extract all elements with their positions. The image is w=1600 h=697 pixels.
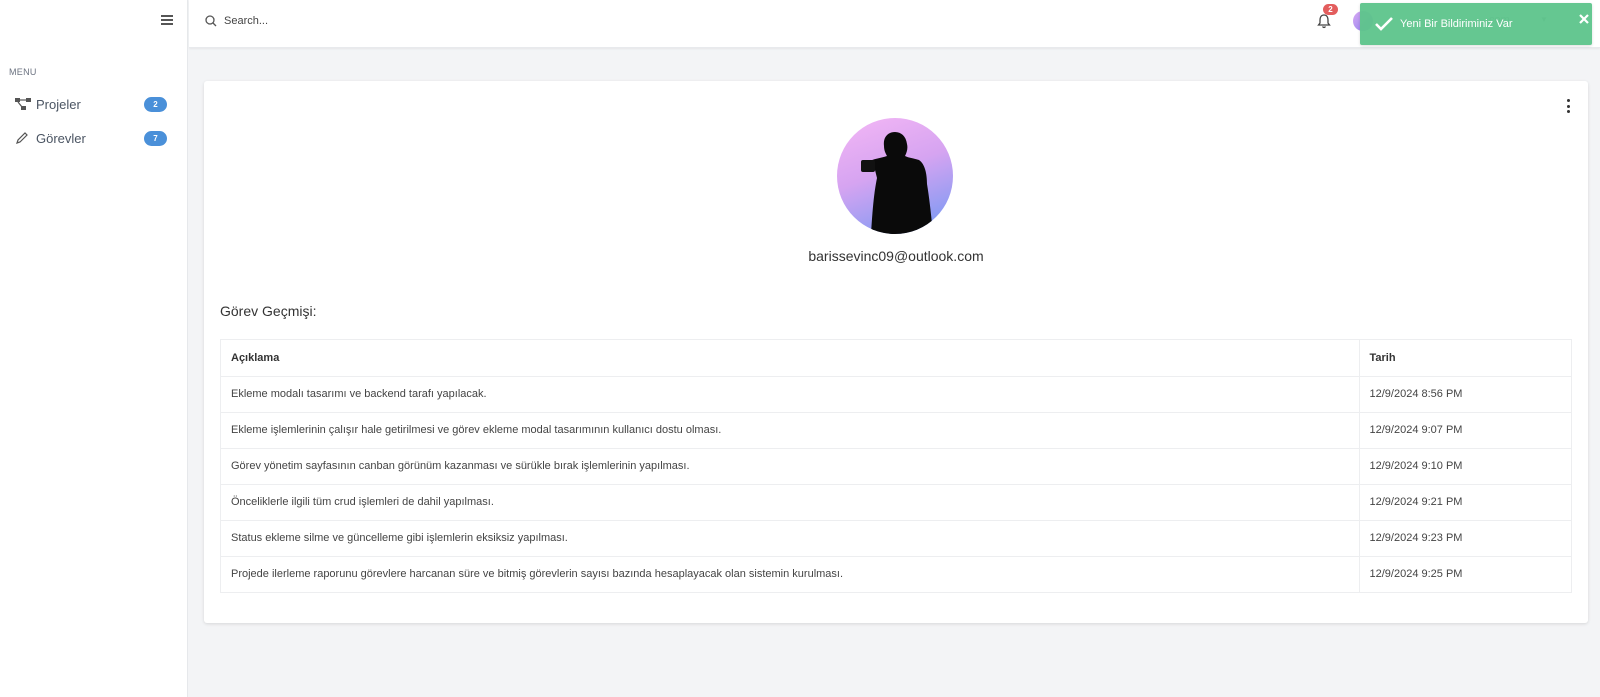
column-header-date: Tarih <box>1358 340 1571 377</box>
profile-email: barissevinc09@outlook.com <box>808 248 984 264</box>
count-badge: 2 <box>144 97 167 112</box>
table-row: Ekleme işlemlerinin çalışır hale getiril… <box>221 412 1571 449</box>
row-description: Projede ilerleme raporunu görevlere harc… <box>231 568 844 581</box>
project-tree-icon <box>15 96 33 112</box>
row-date: 12/9/2024 9:25 PM <box>1358 556 1571 592</box>
hamburger-menu-icon[interactable] <box>161 15 173 25</box>
column-header-description: Açıklama <box>221 340 1359 377</box>
row-description: Ekleme modalı tasarımı ve backend tarafı… <box>221 376 1359 413</box>
table-row: Status ekleme silme ve güncelleme gibi i… <box>221 520 1571 557</box>
menu-title: MENU <box>9 67 37 77</box>
row-description: Status ekleme silme ve güncelleme gibi i… <box>221 520 1359 557</box>
notification-toast: Yeni Bir Bildiriminiz Var <box>1360 3 1592 45</box>
more-options-icon[interactable] <box>1566 99 1570 113</box>
sidebar: MENU Projeler 2 Görevler 7 <box>0 0 188 697</box>
table-header-row: Açıklama Tarih <box>221 340 1571 377</box>
search-input[interactable] <box>224 12 524 30</box>
count-badge: 7 <box>144 131 167 146</box>
row-description: Görev yönetim sayfasının canban görünüm … <box>221 448 1359 485</box>
history-table: Açıklama Tarih Ekleme modalı tasarımı ve… <box>220 339 1572 593</box>
sidebar-header <box>0 0 187 43</box>
search-icon <box>205 14 217 32</box>
sidebar-item-label: Projeler <box>36 96 81 112</box>
row-date: 12/9/2024 8:56 PM <box>1358 376 1571 413</box>
row-date: 12/9/2024 9:10 PM <box>1358 448 1571 485</box>
table-row: Önceliklerle ilgili tüm crud işlemleri d… <box>221 484 1571 521</box>
history-title: Görev Geçmişi: <box>220 303 317 319</box>
row-date: 12/9/2024 9:07 PM <box>1358 412 1571 449</box>
table-row: Projede ilerleme raporunu görevlere harc… <box>221 556 1571 592</box>
sidebar-item-projeler[interactable]: Projeler 2 <box>15 92 167 116</box>
row-description: Önceliklerle ilgili tüm crud işlemleri d… <box>221 484 1359 521</box>
table-row: Ekleme modalı tasarımı ve backend tarafı… <box>221 376 1571 413</box>
row-date: 12/9/2024 9:23 PM <box>1358 520 1571 557</box>
row-description: Ekleme işlemlerinin çalışır hale getiril… <box>221 412 1359 449</box>
checkmark-icon <box>1374 16 1394 37</box>
table-row: Görev yönetim sayfasının canban görünüm … <box>221 448 1571 485</box>
notification-bell-icon[interactable] <box>1317 14 1331 34</box>
close-icon[interactable] <box>1578 12 1590 24</box>
profile-card: barissevinc09@outlook.com Görev Geçmişi:… <box>204 81 1588 623</box>
pencil-icon <box>15 130 33 146</box>
notification-count-badge: 2 <box>1323 4 1338 15</box>
row-date: 12/9/2024 9:21 PM <box>1358 484 1571 521</box>
sidebar-item-label: Görevler <box>36 130 86 146</box>
sidebar-item-gorevler[interactable]: Görevler 7 <box>15 126 167 150</box>
profile-avatar <box>837 118 953 234</box>
toast-message: Yeni Bir Bildiriminiz Var <box>1400 18 1513 30</box>
